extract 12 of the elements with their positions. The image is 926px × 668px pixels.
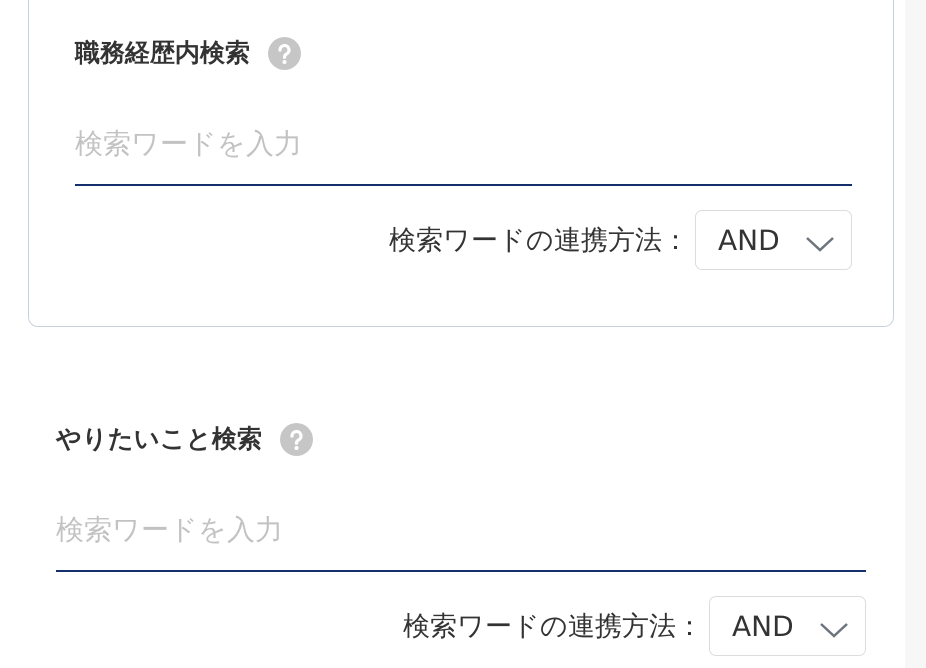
- section-title: やりたいこと検索: [56, 423, 262, 455]
- link-method-select[interactable]: AND: [695, 210, 852, 270]
- chevron-down-icon: [805, 236, 835, 252]
- help-icon[interactable]: [280, 422, 313, 456]
- section-title: 職務経歴内検索: [75, 37, 250, 69]
- chevron-down-icon: [819, 622, 849, 638]
- search-field[interactable]: 検索ワードを入力: [75, 111, 852, 186]
- search-field[interactable]: 検索ワードを入力: [56, 497, 866, 572]
- link-method-label: 検索ワードの連携方法：: [389, 224, 689, 258]
- link-method-select[interactable]: AND: [709, 596, 866, 656]
- link-method-label: 検索ワードの連携方法：: [403, 610, 703, 644]
- help-icon[interactable]: [268, 36, 301, 70]
